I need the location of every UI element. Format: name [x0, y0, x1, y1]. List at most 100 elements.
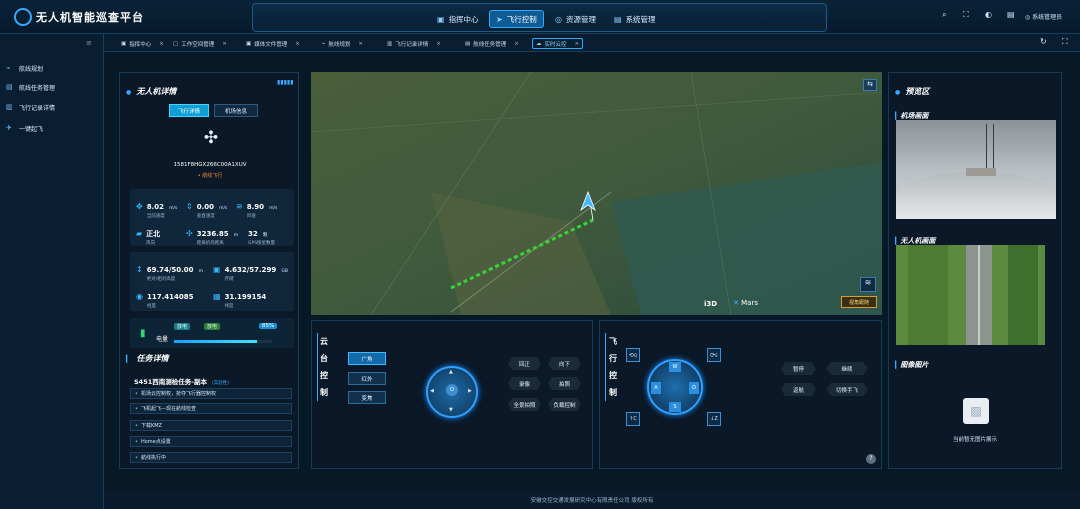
pause-button[interactable]: 暂停 [781, 362, 816, 375]
tab-flight-record[interactable]: ▥ 飞行记录详情 × [384, 38, 444, 49]
close-icon[interactable]: × [575, 41, 580, 47]
satellite-map[interactable]: ⇆ ≋ i3D ✕ Mars 视角跟随 [311, 72, 882, 315]
follow-view-button[interactable]: 视角跟随 [841, 296, 877, 308]
reset-button[interactable]: 回正 [508, 357, 541, 370]
rotate-right-e-button[interactable]: ⟳E [707, 348, 721, 362]
monitor-icon: ▣ [437, 14, 445, 24]
task-icon: ▤ [465, 40, 471, 47]
tab-workspace[interactable]: ▢ 工作空间管理 × [170, 38, 230, 49]
tilt-down-button[interactable]: 向下 [548, 357, 581, 370]
key-a: A [654, 385, 658, 391]
gimbal-label-text: 云台控制 [320, 337, 328, 397]
refresh-icon[interactable]: ↻ [1040, 37, 1047, 46]
stat-value: 0.00 [196, 203, 214, 211]
gimbal-label: 云台控制 [319, 333, 329, 401]
drone-serial: 1581F8HGX266C00A1XUV [173, 162, 247, 168]
stat-unit: m [198, 269, 204, 274]
resume-button[interactable]: 继续 [826, 362, 868, 375]
doc-icon[interactable]: ▤ [1007, 10, 1015, 19]
ascend-c-button[interactable]: ↑C [626, 412, 640, 426]
nav-system[interactable]: ▤ 系统管理 [608, 10, 662, 28]
stat-wind-direction: ▰ 正北 风向 [136, 221, 160, 246]
arrow-up-icon[interactable]: ▲ [449, 369, 453, 375]
close-icon[interactable]: × [436, 41, 441, 47]
gimbal-center-button[interactable]: O [446, 384, 458, 396]
right-d-button[interactable]: D [689, 382, 699, 394]
field [1008, 245, 1038, 345]
panorama-button[interactable]: 全景拍照 [508, 398, 541, 411]
stat-label: 当前速度 [146, 214, 165, 219]
dots-decoration: ▮▮▮▮▮ [277, 79, 294, 86]
stat-label: 风向 [146, 241, 156, 246]
tab-label: 实时云控 [544, 41, 567, 48]
arrow-right-icon[interactable]: ▶ [468, 388, 472, 394]
stat-value: 31.199154 [224, 293, 267, 301]
highway-divider [978, 245, 980, 345]
record-icon: ▥ [6, 103, 13, 111]
layers-icon[interactable]: ≋ [860, 277, 876, 292]
nav-flight-control[interactable]: ➤ 飞行控制 [489, 10, 544, 28]
nav-command-center[interactable]: ▣ 指挥中心 [431, 10, 485, 28]
mode-zoom-button[interactable]: 变焦 [348, 391, 386, 404]
collapse-icon[interactable]: ≡ [86, 39, 92, 47]
close-icon[interactable]: × [358, 41, 363, 47]
theme-icon[interactable]: ◐ [985, 10, 992, 19]
close-icon[interactable]: × [514, 41, 519, 47]
payload-control-button[interactable]: 负载控制 [548, 398, 581, 411]
tab-command-center[interactable]: ▣ 指挥中心 × [118, 38, 167, 49]
return-home-button[interactable]: 返航 [781, 383, 816, 396]
tab-dock-info[interactable]: 机场信息 [214, 104, 258, 117]
wind-icon: ≋ [236, 202, 243, 211]
stat-unit: m/s [219, 206, 228, 211]
manual-flight-button[interactable]: 切换手飞 [826, 383, 868, 396]
stat-unit: GB [281, 269, 288, 274]
sidebar-item-flight-record[interactable]: ▥ 飞行记录详情 [6, 100, 98, 114]
forward-w-button[interactable]: W [669, 362, 681, 372]
monitor-icon: ▣ [121, 40, 127, 47]
expand-icon[interactable]: ⛶ [1062, 37, 1068, 47]
dock-structure [966, 168, 996, 176]
arrow-down-icon[interactable]: ▼ [449, 407, 453, 413]
tab-label: 媒体文件管理 [254, 41, 288, 48]
tab-realtime-control[interactable]: ☁ 实时云控 × [532, 38, 584, 49]
task-step: • 飞机起飞—现在航线检查 [130, 403, 292, 414]
left-a-button[interactable]: A [651, 382, 661, 394]
stat-label: GPS搜星数量 [248, 241, 276, 246]
mode-wide-button[interactable]: 广角 [348, 352, 386, 365]
stat-value: 8.90 [246, 203, 264, 211]
stat-value: 117.414085 [146, 293, 194, 301]
header: 无人机智能巡查平台 ▣ 指挥中心 ➤ 飞行控制 ◎ 资源管理 ▤ 系统管理 ⌕ ⛶ ◐ … [0, 0, 1080, 34]
mars-logo-icon: ✕ [733, 299, 739, 307]
descend-z-button[interactable]: ↓Z [707, 412, 721, 426]
image-placeholder-icon: ▨ [963, 398, 989, 424]
sidebar-item-task-manage[interactable]: ▤ 航线任务管理 [6, 80, 98, 94]
drone-camera-feed [896, 245, 1045, 345]
close-icon[interactable]: × [159, 41, 164, 47]
sidebar-item-takeoff[interactable]: ✈ 一键起飞 [6, 121, 98, 135]
close-icon[interactable]: × [222, 41, 227, 47]
route-icon: ⌁ [322, 40, 326, 47]
battery-label: 电量 [156, 336, 169, 343]
sidebar-item-route-plan[interactable]: ⌁ 航线规划 [6, 61, 98, 75]
nav-label: 飞行控制 [506, 14, 537, 24]
record-button[interactable]: 录像 [508, 377, 541, 390]
photo-button[interactable]: 拍照 [548, 377, 581, 390]
backward-s-button[interactable]: S [669, 402, 681, 412]
help-icon[interactable]: ? [866, 454, 876, 464]
tab-route-plan[interactable]: ⌁ 航线规划 × [319, 38, 366, 49]
tab-task-manage[interactable]: ▤ 航线任务管理 × [462, 38, 522, 49]
user-menu[interactable]: ◎ 系统管理员 [1025, 12, 1062, 21]
key-w: W [672, 364, 678, 370]
tab-media[interactable]: ▣ 媒体文件管理 × [243, 38, 303, 49]
search-icon[interactable]: ⌕ [942, 10, 946, 20]
panel-title: 无人机详情 [136, 87, 177, 96]
fullscreen-icon[interactable]: ⛶ [963, 10, 969, 20]
close-icon[interactable]: × [295, 41, 300, 47]
key-z: Z [714, 416, 718, 422]
layer-toggle-icon[interactable]: ⇆ [863, 79, 877, 91]
nav-resource[interactable]: ◎ 资源管理 [549, 10, 602, 28]
mode-infrared-button[interactable]: 红外 [348, 372, 386, 385]
rotate-left-q-button[interactable]: ⟲Q [626, 348, 640, 362]
arrow-left-icon[interactable]: ◀ [430, 388, 434, 394]
tab-flight-detail[interactable]: 飞行详情 [169, 104, 209, 117]
